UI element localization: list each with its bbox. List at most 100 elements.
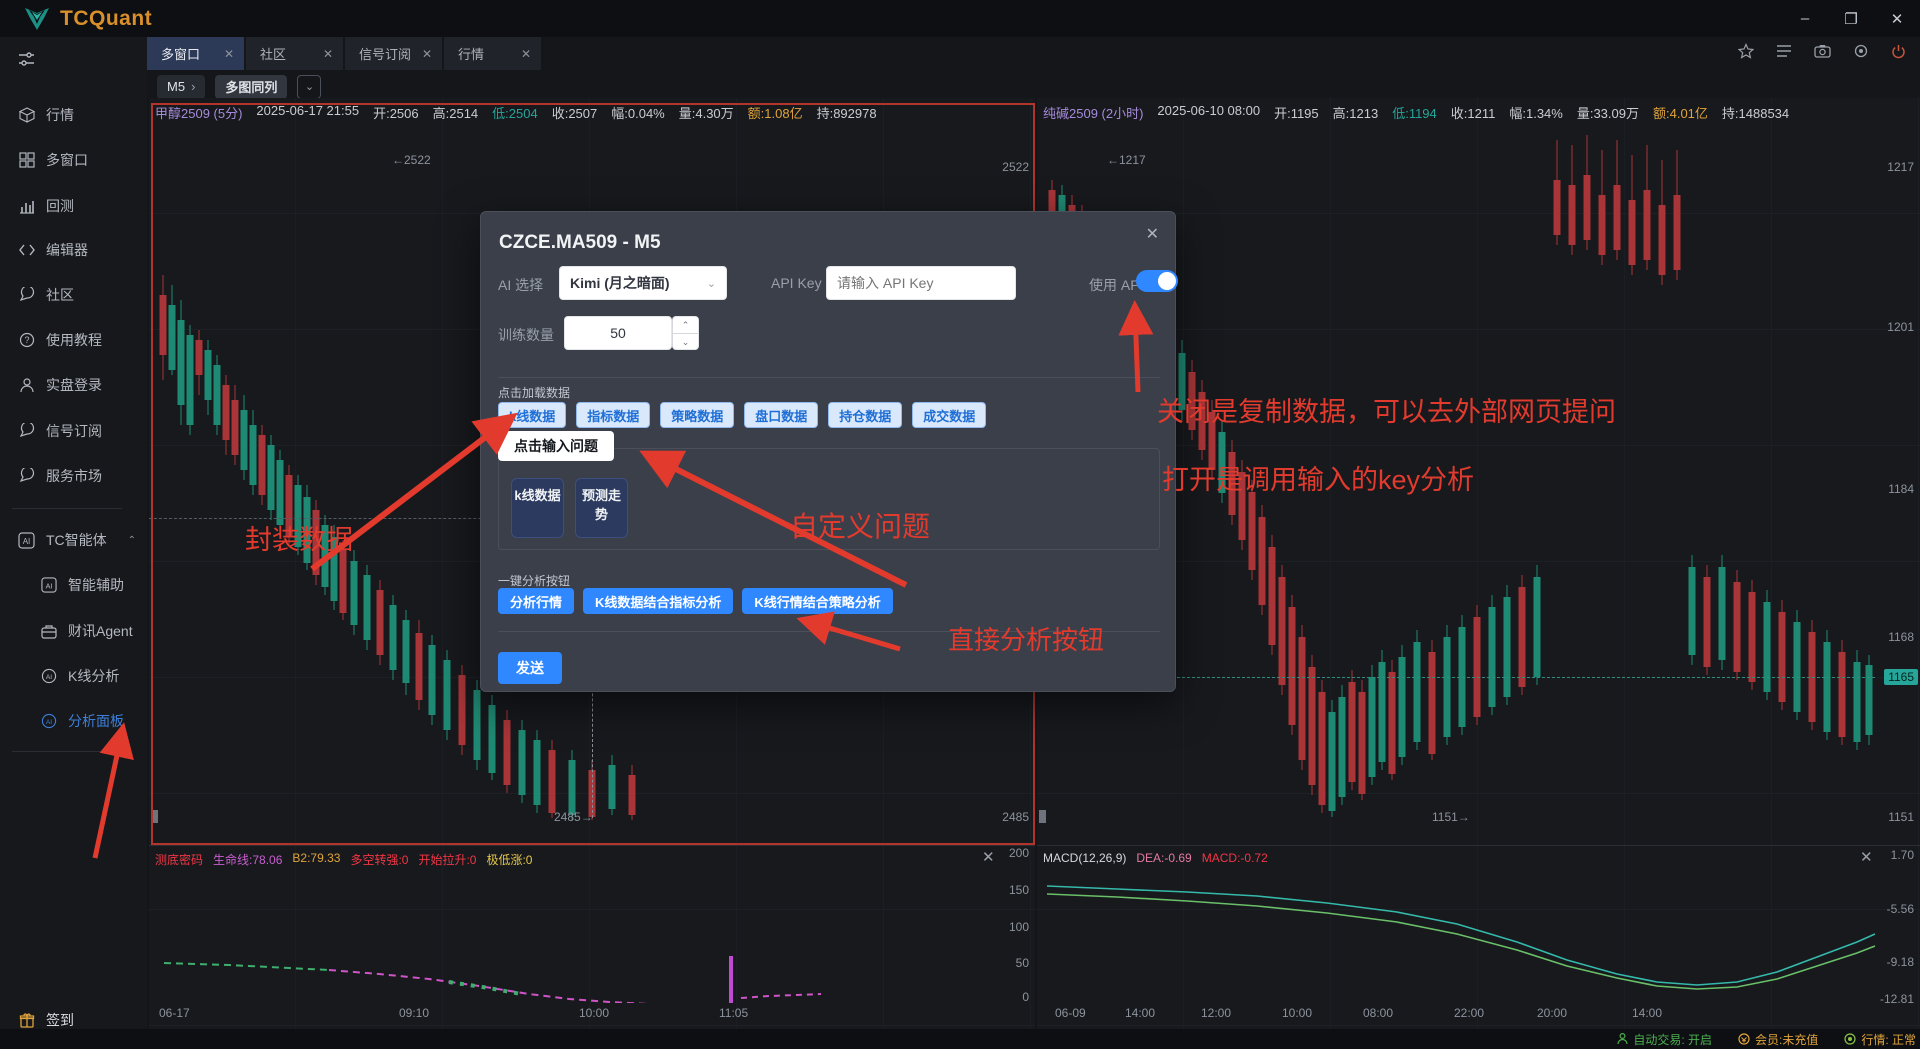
low-value: 低:2504 (492, 103, 538, 122)
scrollbar-nub[interactable] (151, 810, 158, 823)
tab-close-icon[interactable]: ✕ (224, 47, 234, 61)
sidebar-item-editor[interactable]: 编辑器 (18, 236, 88, 264)
number-stepper[interactable]: ⌃ ⌄ (672, 316, 699, 350)
analyze-kline-indicator-button[interactable]: K线数据结合指标分析 (583, 588, 733, 614)
chip-strategy-data[interactable]: 策略数据 (660, 402, 734, 428)
open-interest-value: 持:1488534 (1722, 103, 1789, 122)
indicator-field: B2:79.33 (292, 851, 340, 868)
modal-close-icon[interactable]: ✕ (1146, 224, 1159, 244)
contract-name: 甲醇2509 (5分) (155, 103, 242, 122)
sidebar-item-market[interactable]: 行情 (18, 101, 74, 129)
time-axis-label: 08:00 (1363, 1006, 1393, 1020)
tab-multi-window[interactable]: 多窗口✕ (147, 37, 244, 70)
sidebar-item-label: 服务市场 (46, 466, 102, 486)
tab-close-icon[interactable]: ✕ (422, 47, 432, 61)
range-value: 幅:1.34% (1509, 103, 1562, 122)
sidebar-item-kline-analysis[interactable]: AI K线分析 (40, 662, 119, 690)
contract-name: 纯碱2509 (2小时) (1043, 103, 1143, 122)
stepper-down-icon[interactable]: ⌄ (673, 334, 698, 350)
tab-market[interactable]: 行情✕ (444, 37, 541, 70)
auto-trade-status: 自动交易: 开启 (1617, 1031, 1712, 1048)
tab-close-icon[interactable]: ✕ (323, 47, 333, 61)
tile-predict-trend[interactable]: 预测走势 (575, 478, 628, 538)
scrollbar-nub[interactable] (1039, 810, 1046, 823)
chevron-down-icon[interactable]: ⌄ (297, 75, 321, 99)
cube-icon (18, 107, 35, 124)
star-icon[interactable] (1738, 43, 1754, 64)
sidebar-item-backtest[interactable]: 回测 (18, 192, 74, 220)
market-status: 行情: 正常 (1844, 1031, 1916, 1048)
panel-toggle-icon[interactable] (18, 45, 35, 73)
sidebar-item-label: 分析面板 (68, 711, 124, 731)
sidebar-item-live-login[interactable]: 实盘登录 (18, 371, 102, 399)
ai-model-select[interactable]: Kimi (月之暗面) ⌄ (559, 266, 727, 300)
open-interest-value: 持:892978 (817, 103, 877, 122)
coin-icon (1738, 1033, 1750, 1045)
sidebar-divider (12, 508, 122, 509)
menu-icon[interactable] (1776, 44, 1792, 63)
close-value: 收:1211 (1451, 103, 1496, 122)
high-value: 高:1213 (1333, 103, 1379, 122)
train-count-input[interactable]: 50 (564, 316, 672, 350)
indicator-axis-label: -5.56 (1887, 902, 1914, 916)
axis-price-label: 2522 (1002, 160, 1029, 174)
analyze-kline-strategy-button[interactable]: K线行情结合策略分析 (742, 588, 892, 614)
send-button[interactable]: 发送 (498, 652, 562, 684)
sidebar-item-analysis-panel[interactable]: AI 分析面板 (40, 707, 124, 735)
svg-text:AI: AI (45, 674, 51, 681)
sidebar-item-tutorial[interactable]: ? 使用教程 (18, 326, 102, 354)
train-count-value: 50 (610, 325, 626, 341)
window-maximize-button[interactable]: ❐ (1828, 0, 1874, 37)
axis-price-label: 1184 (1888, 482, 1914, 496)
chip-kline-data[interactable]: k线数据 (498, 402, 566, 428)
analysis-button-row: 分析行情 K线数据结合指标分析 K线行情结合策略分析 (498, 588, 893, 614)
indicator-field: 多空转强:0 (350, 851, 408, 868)
tab-bar: 多窗口✕ 社区✕ 信号订阅✕ 行情✕ (147, 37, 1920, 70)
multi-chart-button[interactable]: 多图同列 (215, 75, 287, 99)
use-api-toggle[interactable] (1136, 270, 1178, 292)
api-key-label: API Key (771, 275, 822, 291)
ai-badge-icon: AI (40, 577, 57, 594)
chip-position-data[interactable]: 持仓数据 (828, 402, 902, 428)
time-axis-label: 20:00 (1537, 1006, 1567, 1020)
tile-kline-data[interactable]: k线数据 (511, 478, 564, 538)
chip-indicator-data[interactable]: 指标数据 (576, 402, 650, 428)
data-chip-row: k线数据 指标数据 策略数据 盘口数据 持仓数据 成交数据 (498, 402, 986, 428)
grid-icon (18, 152, 35, 169)
chip-orderbook-data[interactable]: 盘口数据 (744, 402, 818, 428)
indicator-axis-label: 1.70 (1891, 848, 1914, 862)
time-axis-label: 06-09 (1055, 1006, 1086, 1020)
sidebar-item-signal[interactable]: 信号订阅 (18, 417, 102, 445)
store-bubble-icon (18, 468, 35, 485)
sidebar-divider (12, 751, 122, 752)
tab-signal-subscribe[interactable]: 信号订阅✕ (345, 37, 442, 70)
oneclick-section-label: 一键分析按钮 (498, 572, 570, 589)
settings-icon[interactable] (1853, 43, 1869, 64)
period-button[interactable]: M5› (157, 75, 205, 99)
member-label: 会员:未充值 (1755, 1031, 1818, 1048)
sidebar-item-label: 行情 (46, 105, 74, 125)
analyze-market-button[interactable]: 分析行情 (498, 588, 574, 614)
question-input-button[interactable]: 点击输入问题 (498, 431, 614, 461)
window-close-button[interactable]: ✕ (1874, 0, 1920, 37)
amount-value: 额:4.01亿 (1653, 103, 1708, 122)
sidebar-item-label: 社区 (46, 285, 74, 305)
indicator-name: 测底密码 (155, 851, 203, 868)
sidebar-item-community[interactable]: 社区 (18, 281, 74, 309)
api-key-input[interactable] (826, 266, 1016, 300)
indicator-close-icon[interactable]: ✕ (982, 848, 995, 866)
stepper-up-icon[interactable]: ⌃ (673, 317, 698, 334)
sidebar-item-service-market[interactable]: 服务市场 (18, 462, 102, 490)
sidebar-item-label: 多窗口 (46, 150, 88, 170)
chevron-up-icon[interactable]: ⌃ (128, 535, 136, 546)
sidebar-item-ai-assist[interactable]: AI 智能辅助 (40, 571, 124, 599)
camera-icon[interactable] (1814, 44, 1831, 63)
sidebar-item-multiwindow[interactable]: 多窗口 (18, 146, 88, 174)
window-minimize-button[interactable]: – (1782, 0, 1828, 37)
tab-community[interactable]: 社区✕ (246, 37, 343, 70)
sidebar-group-tc-agent[interactable]: AI TC智能体 ⌃ (18, 526, 136, 554)
tab-close-icon[interactable]: ✕ (521, 47, 531, 61)
chip-trade-data[interactable]: 成交数据 (912, 402, 986, 428)
power-icon[interactable] (1891, 44, 1906, 64)
sidebar-item-finance-agent[interactable]: 财讯Agent (40, 617, 133, 645)
